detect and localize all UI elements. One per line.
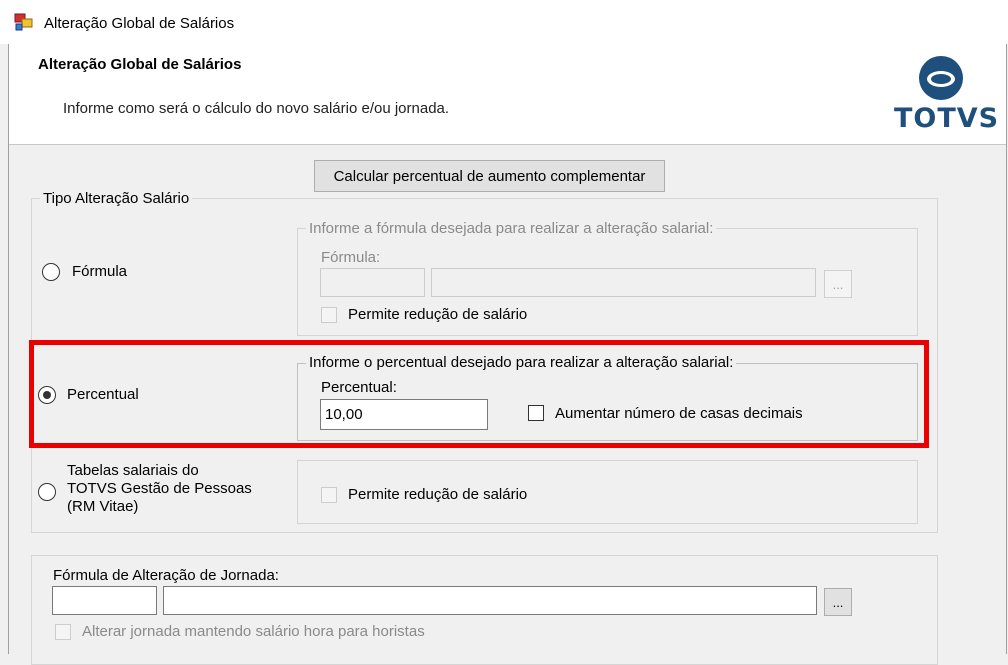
tabelas-salariais-label-line: TOTVS Gestão de Pessoas [67, 480, 252, 497]
window-title: Alteração Global de Salários [44, 15, 235, 32]
totvs-logo-icon [919, 56, 963, 100]
keep-hourly-wage-label: Alterar jornada mantendo salário hora pa… [82, 623, 425, 640]
salary-change-type-legend: Tipo Alteração Salário [40, 190, 193, 207]
formula-browse-button[interactable]: ... [824, 270, 852, 298]
calculate-complementary-percent-button[interactable]: Calcular percentual de aumento complemen… [314, 160, 665, 192]
app-icon [14, 13, 33, 31]
tabelas-salariais-label-line: (RM Vitae) [67, 498, 139, 515]
formula-field-label: Fórmula: [321, 249, 381, 266]
jornada-browse-button[interactable]: ... [824, 588, 852, 616]
formula-description-input[interactable] [431, 268, 816, 297]
keep-hourly-wage-checkbox[interactable] [55, 624, 71, 640]
formula-code-input[interactable] [320, 268, 425, 297]
tabelas-allow-reduction-checkbox[interactable] [321, 487, 337, 503]
highlight-box [29, 340, 929, 448]
jornada-description-input[interactable] [163, 586, 817, 615]
page-subtitle: Informe como será o cálculo do novo salá… [63, 100, 450, 117]
tabelas-salariais-label-line: Tabelas salariais do [67, 462, 199, 479]
jornada-code-input[interactable] [52, 586, 157, 615]
tabelas-salariais-radio[interactable] [38, 483, 56, 501]
totvs-logo: TOTVS [894, 103, 1000, 134]
window-border [1006, 44, 1007, 654]
page-title: Alteração Global de Salários [38, 56, 242, 73]
jornada-formula-label: Fórmula de Alteração de Jornada: [53, 567, 279, 584]
formula-group-legend: Informe a fórmula desejada para realizar… [306, 220, 717, 237]
formula-radio-label[interactable]: Fórmula [72, 263, 127, 280]
formula-allow-reduction-checkbox[interactable] [321, 307, 337, 323]
tabelas-salariais-label[interactable]: Tabelas salariais do TOTVS Gestão de Pes… [67, 462, 252, 516]
formula-allow-reduction-label: Permite redução de salário [348, 306, 528, 323]
formula-radio[interactable] [42, 263, 60, 281]
tabelas-allow-reduction-label: Permite redução de salário [348, 486, 528, 503]
